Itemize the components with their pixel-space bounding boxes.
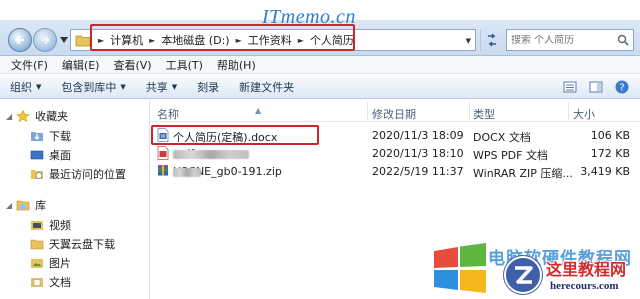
pdf-icon (157, 146, 169, 160)
redacted-text-blur (173, 150, 249, 159)
menu-edit[interactable]: 编辑(E) (55, 57, 107, 73)
documents-icon (31, 277, 43, 287)
watermark-text: ITmemo.cn (262, 6, 356, 28)
command-bar: 组织 ▼ 包含到库中 ▼ 共享 ▼ 刻录 新建文件夹 ? (0, 75, 640, 99)
badge-subtitle: herecours.com (550, 280, 619, 292)
recent-pages-dropdown-icon[interactable] (60, 37, 68, 43)
column-header-date[interactable]: 修改日期 (372, 106, 416, 122)
recent-places-icon (31, 169, 43, 179)
menu-view[interactable]: 查看(V) (106, 57, 158, 73)
column-header-size[interactable]: 大小 (573, 106, 595, 122)
nav-item-label: 文档 (49, 275, 71, 289)
refresh-icon (487, 33, 496, 47)
help-icon[interactable]: ? (614, 79, 630, 95)
address-history-dropdown-icon[interactable]: ▼ (466, 37, 471, 45)
back-arrow-icon (15, 35, 24, 45)
nav-item-videos[interactable]: 视频 (0, 215, 149, 234)
burn-label: 刻录 (197, 80, 220, 94)
expand-arrow-icon[interactable]: ◢ (6, 201, 12, 210)
forward-arrow-icon (41, 35, 50, 45)
new-folder-label: 新建文件夹 (239, 80, 295, 94)
menu-help[interactable]: 帮助(H) (210, 57, 263, 73)
file-size: 106 KB (590, 129, 630, 142)
site-badge: 这里教程网 herecours.com (500, 254, 640, 299)
nav-item-label: 下载 (49, 129, 71, 143)
chevron-down-icon: ▼ (120, 82, 126, 91)
nav-item-desktop[interactable]: 桌面 (0, 145, 149, 164)
file-size: 172 KB (590, 147, 630, 160)
favorites-group[interactable]: ◢ 收藏夹 (0, 106, 149, 126)
redacted-text-blur (173, 168, 201, 177)
menu-bar: 文件(F) 编辑(E) 查看(V) 工具(T) 帮助(H) (0, 56, 640, 74)
share-button[interactable]: 共享 ▼ (146, 79, 177, 95)
file-size: 3,419 KB (580, 165, 630, 178)
column-header-type[interactable]: 类型 (473, 106, 495, 122)
menu-tools[interactable]: 工具(T) (159, 57, 210, 73)
nav-item-label: 最近访问的位置 (49, 167, 126, 181)
refresh-button[interactable] (480, 29, 502, 51)
videos-icon (31, 220, 43, 230)
chevron-down-icon: ▼ (36, 82, 42, 91)
column-header-row: ▲ 名称 修改日期 类型 大小 (151, 100, 640, 122)
file-date: 2020/11/3 18:09 (372, 129, 464, 142)
back-button[interactable] (8, 28, 32, 52)
sort-ascending-icon: ▲ (255, 106, 262, 115)
preview-pane-icon[interactable] (588, 79, 604, 95)
nav-item-label: 图片 (49, 256, 71, 270)
folder-icon (75, 35, 91, 47)
search-icon[interactable] (617, 34, 629, 46)
z-logo-icon (504, 256, 542, 294)
organize-button[interactable]: 组织 ▼ (10, 79, 41, 95)
windows-logo-icon (434, 243, 486, 293)
downloads-folder-icon (31, 131, 43, 141)
burn-button[interactable]: 刻录 (197, 79, 219, 95)
file-type: WPS PDF 文档 (473, 149, 548, 162)
nav-item-label: 桌面 (49, 148, 71, 162)
favorites-label: 收藏夹 (35, 110, 69, 123)
file-highlight-box (151, 125, 319, 145)
nav-item-label: 视频 (49, 218, 71, 232)
expand-arrow-icon[interactable]: ◢ (6, 112, 12, 121)
library-icon (16, 200, 30, 211)
nav-item-recent-places[interactable]: 最近访问的位置 (0, 164, 149, 183)
nav-item-label: 天翼云盘下载 (49, 237, 115, 251)
badge-title: 这里教程网 (546, 260, 627, 279)
new-folder-button[interactable]: 新建文件夹 (239, 79, 294, 95)
menu-file[interactable]: 文件(F) (4, 57, 55, 73)
column-header-name[interactable]: 名称 (157, 106, 179, 122)
include-in-library-label: 包含到库中 (61, 80, 117, 94)
file-date: 2020/11/3 18:10 (372, 147, 464, 160)
file-row[interactable]: .pdf 2020/11/3 18:10 WPS PDF 文档 172 KB (151, 144, 640, 162)
search-box[interactable] (506, 29, 634, 51)
file-type: WinRAR ZIP 压缩... (473, 167, 573, 180)
forward-button[interactable] (33, 28, 57, 52)
nav-item-pictures[interactable]: 图片 (0, 253, 149, 272)
svg-text:?: ? (619, 83, 624, 94)
file-type: DOCX 文档 (473, 131, 531, 144)
star-icon (16, 110, 30, 122)
view-options-icon[interactable] (562, 79, 578, 95)
folder-icon (30, 239, 44, 249)
nav-item-tianyi-cloud[interactable]: 天翼云盘下载 (0, 234, 149, 253)
file-name-redacted[interactable]: .pdf (173, 147, 249, 160)
desktop-icon (30, 150, 44, 159)
zip-icon (158, 165, 168, 176)
nav-item-downloads[interactable]: 下载 (0, 126, 149, 145)
pictures-icon (31, 258, 43, 268)
navigation-pane: ◢ 收藏夹 下载 桌面 最近访问的位置 ◢ 库 视频 天翼云盘下载 图片 文档 (0, 100, 150, 299)
library-label: 库 (35, 199, 47, 212)
organize-label: 组织 (10, 80, 32, 94)
chevron-down-icon: ▼ (171, 82, 178, 91)
nav-item-documents[interactable]: 文档 (0, 272, 149, 291)
file-row[interactable]: H3CNE_gb0-191.zip 2022/5/19 11:37 WinRAR… (151, 162, 640, 180)
search-input[interactable] (511, 34, 611, 46)
file-name-redacted[interactable]: H3CNE_gb0-191.zip (173, 165, 282, 178)
file-date: 2022/5/19 11:37 (372, 165, 464, 178)
share-label: 共享 (145, 80, 168, 94)
library-group[interactable]: ◢ 库 (0, 195, 149, 215)
include-in-library-button[interactable]: 包含到库中 ▼ (61, 79, 125, 95)
